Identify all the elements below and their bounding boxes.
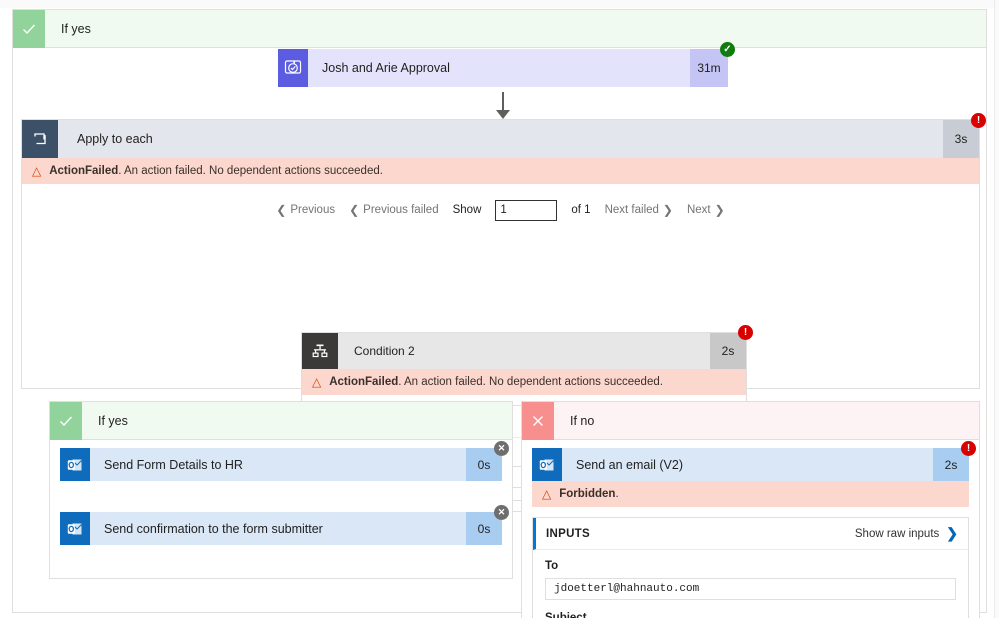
next-failed-label: Next failed	[604, 204, 659, 216]
show-raw-inputs-button[interactable]: Show raw inputs ❯	[855, 525, 958, 542]
chevron-left-icon: ❮	[276, 203, 287, 217]
show-label: Show	[452, 204, 482, 216]
send-email-error-code: Forbidden	[559, 488, 616, 500]
previous-failed-button[interactable]: ❮ Previous failed	[349, 204, 439, 216]
send-email-error-message: .	[615, 488, 619, 500]
apply-to-each-error-banner: △ ActionFailed. An action failed. No dep…	[22, 158, 979, 184]
outlook-icon	[60, 512, 90, 545]
send-confirmation-card[interactable]: Send confirmation to the form submitter …	[60, 512, 502, 545]
inputs-heading: INPUTS	[546, 527, 590, 540]
check-circle-icon: ✓	[720, 42, 735, 57]
send-email-error-banner: △ Forbidden.	[532, 481, 969, 507]
subject-field-label: Subject	[545, 612, 587, 618]
previous-button[interactable]: ❮ Previous	[276, 204, 335, 216]
top-background-strip	[0, 0, 999, 8]
condition2-error-code: ActionFailed	[329, 376, 399, 388]
if-yes-branch-header: If yes	[50, 401, 512, 440]
send-form-details-row: ✕ Send Form Details to HR 0s	[60, 441, 509, 481]
chevron-right-icon: ❯	[946, 525, 958, 541]
chevron-right-icon: ❯	[662, 203, 673, 217]
outer-branch-label: If yes	[61, 21, 91, 36]
error-circle-icon: !	[738, 325, 753, 340]
close-icon	[522, 401, 554, 440]
to-field-label: To	[545, 560, 559, 572]
to-field: To jdoetterl@hahnauto.com	[533, 550, 968, 612]
check-icon	[13, 9, 45, 48]
condition-icon	[302, 333, 338, 369]
show-raw-inputs-label: Show raw inputs	[854, 527, 940, 540]
warning-triangle-icon: △	[542, 487, 552, 501]
check-icon	[50, 401, 82, 440]
send-confirmation-row: ✕ Send confirmation to the form submitte…	[60, 505, 509, 545]
page-scrollbar[interactable]	[994, 0, 999, 618]
page-number-input[interactable]	[495, 199, 558, 221]
error-circle-icon: !	[971, 113, 986, 128]
close-circle-icon: ✕	[494, 505, 509, 520]
apply-error-message: . An action failed. No dependent actions…	[118, 165, 383, 177]
connector-arrow-icon	[496, 110, 510, 119]
send-email-inputs-header: INPUTS Show raw inputs ❯	[533, 518, 968, 550]
warning-triangle-icon: △	[32, 164, 42, 178]
next-label: Next	[686, 204, 711, 216]
approval-action-title: Josh and Arie Approval	[308, 49, 690, 87]
loop-icon	[22, 120, 58, 158]
chevron-left-icon: ❮	[349, 203, 360, 217]
flow-run-canvas: If yes ✓ Josh and Arie Approval 31m ! Ap…	[0, 0, 999, 618]
previous-label: Previous	[290, 204, 336, 216]
apply-to-each-title: Apply to each	[77, 132, 153, 146]
condition2-error-message: . An action failed. No dependent actions…	[398, 376, 663, 388]
outer-branch-header: If yes	[13, 9, 986, 48]
outlook-icon	[532, 448, 562, 481]
chevron-right-icon: ❯	[714, 203, 725, 217]
iteration-pager: ❮ Previous ❮ Previous failed Show of 1 N…	[22, 192, 979, 228]
condition2-header[interactable]: ! Condition 2 2s	[302, 325, 753, 369]
if-yes-branch-label: If yes	[98, 413, 128, 428]
apply-to-each-header[interactable]: ! Apply to each 3s	[22, 113, 986, 158]
approvals-icon	[278, 49, 308, 87]
if-no-branch-header: If no	[522, 401, 979, 440]
condition2-if-yes-branch: If yes ✕ Send Form Details to HR 0s ✕ Se…	[49, 401, 513, 579]
to-field-value: jdoetterl@hahnauto.com	[545, 578, 956, 600]
close-circle-icon: ✕	[494, 441, 509, 456]
next-failed-button[interactable]: Next failed ❯	[605, 204, 673, 216]
send-confirmation-title: Send confirmation to the form submitter	[90, 512, 466, 545]
approval-action-card[interactable]: ✓ Josh and Arie Approval 31m	[278, 42, 735, 87]
subject-field: Subject	[533, 612, 968, 618]
if-no-branch-label: If no	[570, 413, 595, 428]
of-label: of 1	[571, 204, 591, 216]
condition2-title: Condition 2	[354, 344, 415, 358]
condition2-if-no-branch: If no ! Send an email (V2) 2s △ Forbidde…	[521, 401, 980, 618]
outer-if-yes-scope: If yes ✓ Josh and Arie Approval 31m ! Ap…	[12, 9, 987, 618]
send-email-inputs-panel: INPUTS Show raw inputs ❯ To jdoetterl@ha…	[532, 517, 969, 618]
send-email-card[interactable]: Send an email (V2) 2s	[532, 448, 969, 481]
next-button[interactable]: Next ❯	[687, 204, 725, 216]
error-circle-icon: !	[961, 441, 976, 456]
apply-to-each-scope: ! Apply to each 3s △ ActionFailed. An ac…	[21, 113, 986, 512]
send-email-title: Send an email (V2)	[562, 448, 933, 481]
send-email-row: ! Send an email (V2) 2s	[532, 441, 976, 481]
warning-triangle-icon: △	[312, 375, 322, 389]
send-form-details-card[interactable]: Send Form Details to HR 0s	[60, 448, 502, 481]
send-form-details-title: Send Form Details to HR	[90, 448, 466, 481]
outlook-icon	[60, 448, 90, 481]
apply-error-code: ActionFailed	[49, 165, 119, 177]
condition2-error-banner: △ ActionFailed. An action failed. No dep…	[302, 369, 746, 395]
previous-failed-label: Previous failed	[363, 204, 439, 216]
